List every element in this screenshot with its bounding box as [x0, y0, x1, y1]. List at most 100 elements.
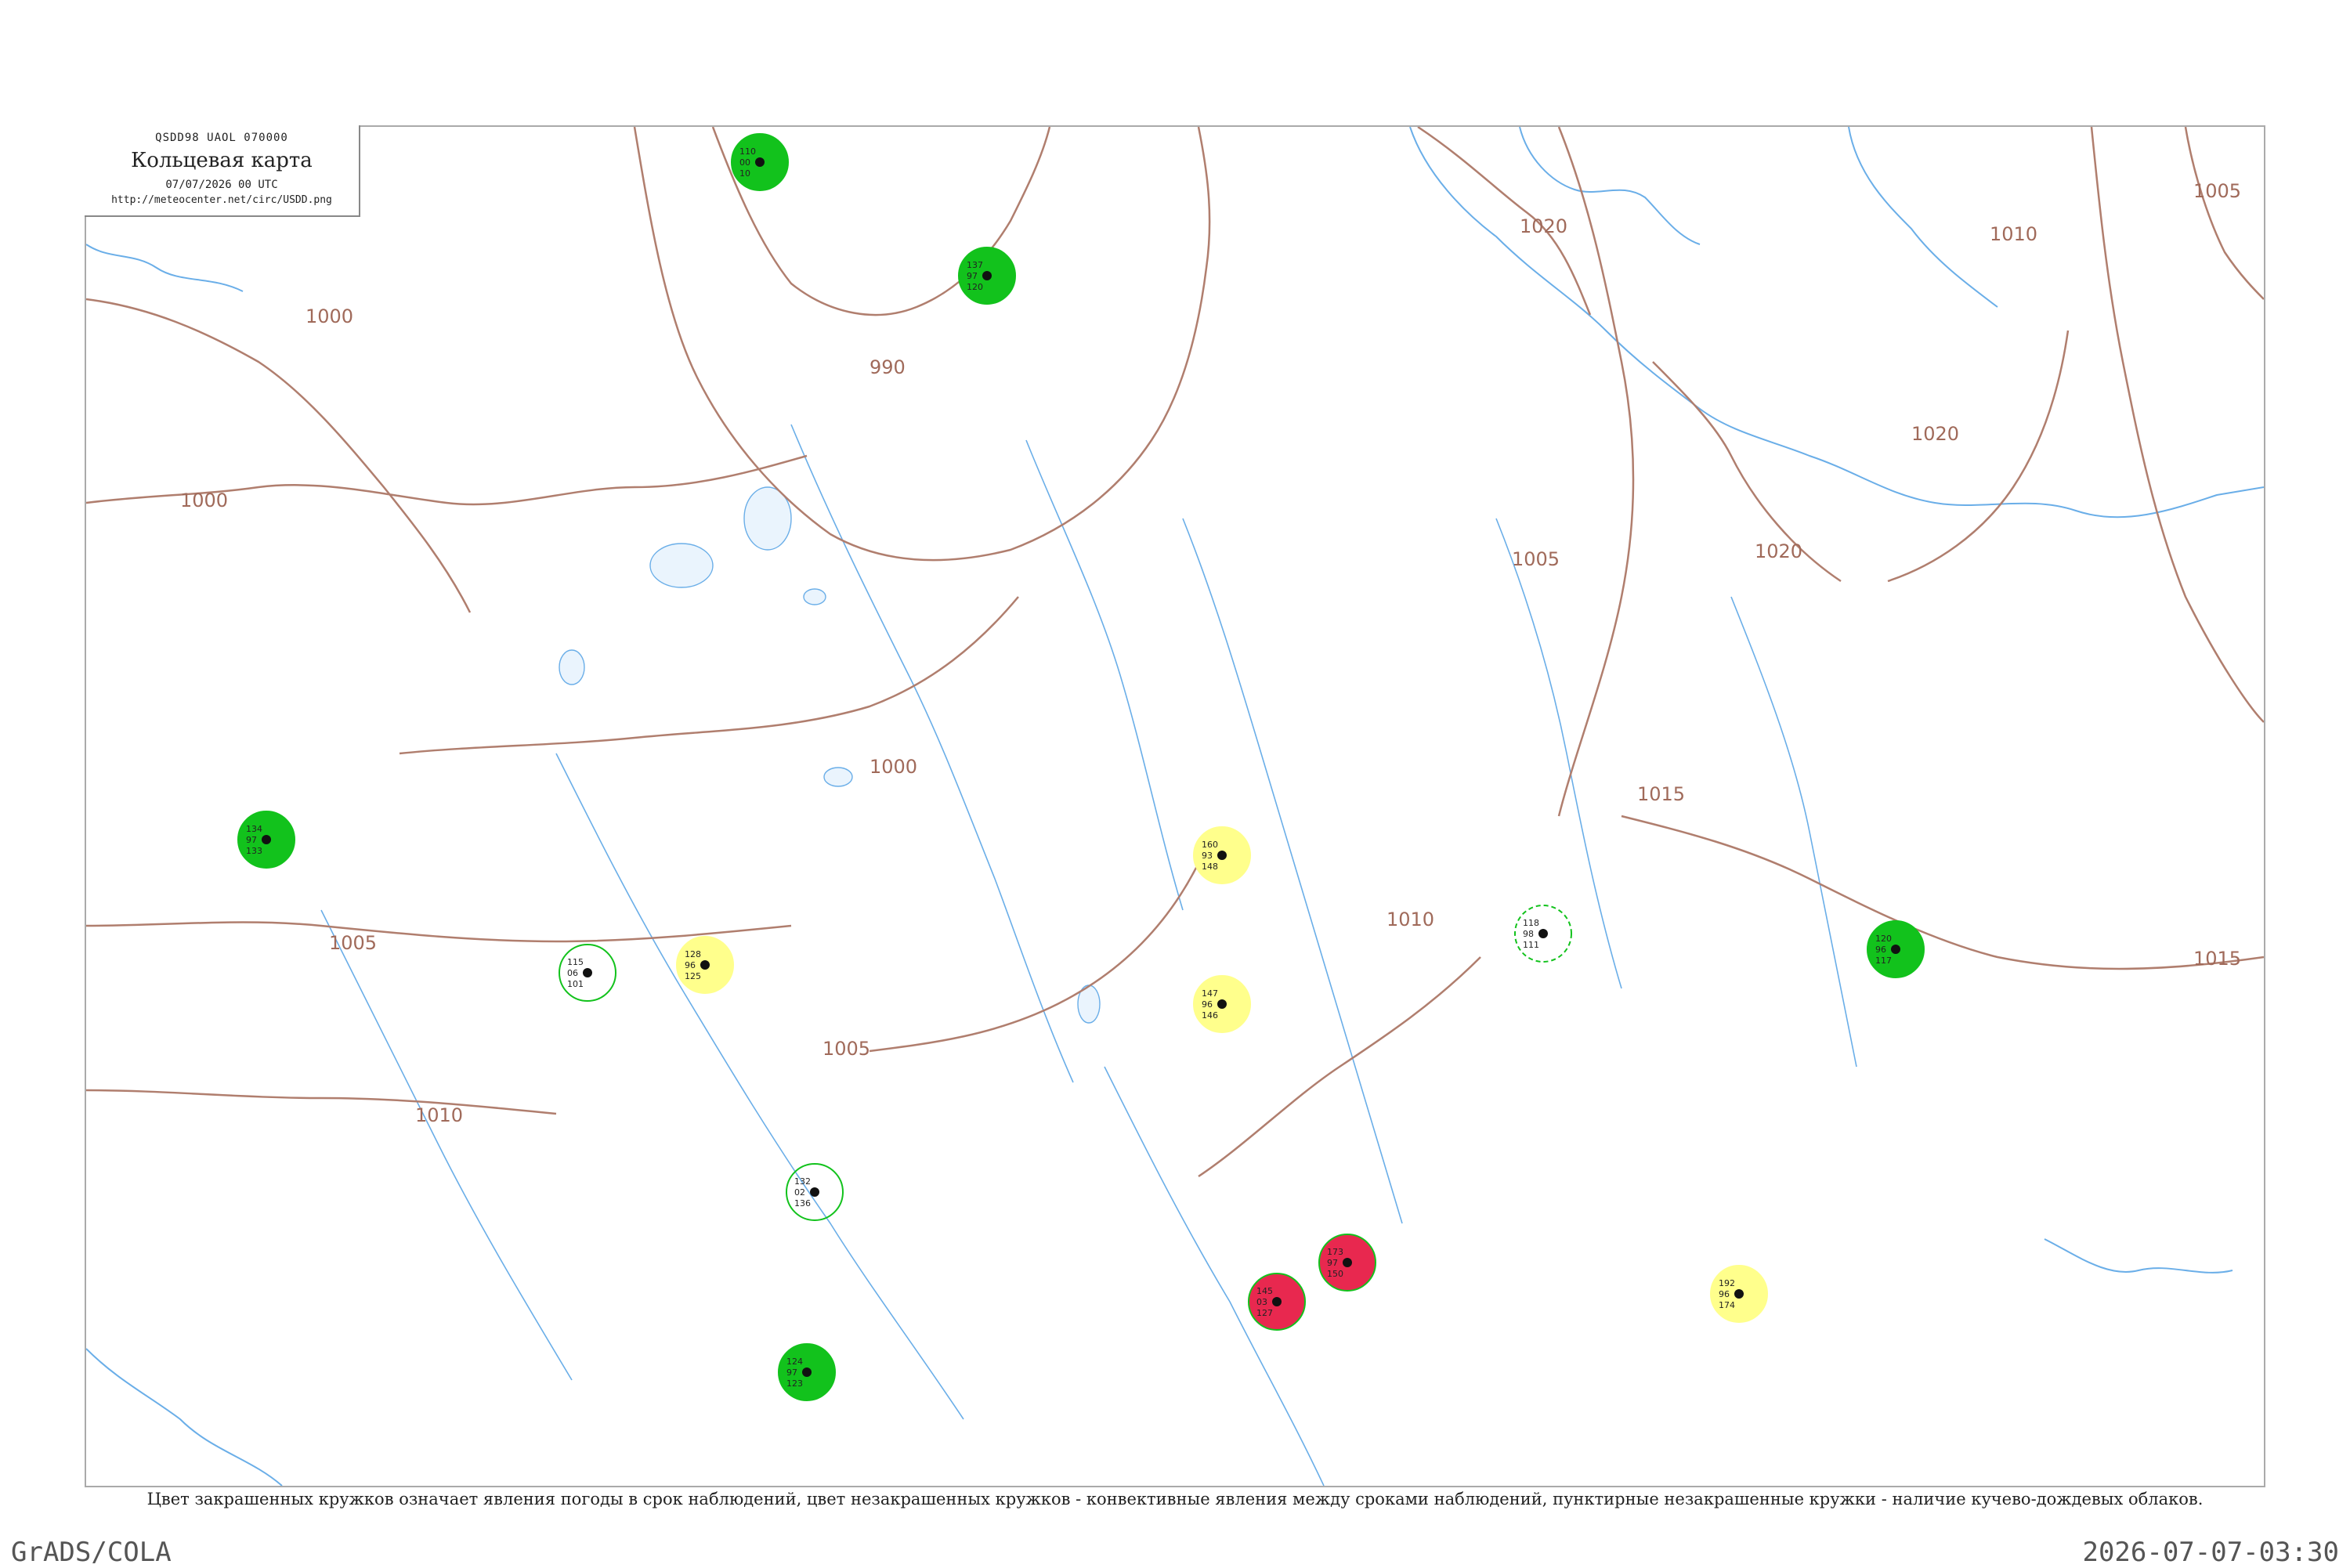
station-value: 96	[1875, 945, 1886, 955]
station-marker[interactable]: 14503127	[1248, 1273, 1306, 1331]
station-value: 96	[1719, 1289, 1730, 1299]
station-value: 150	[1327, 1269, 1343, 1279]
coastline-4	[86, 244, 244, 292]
station-value: 97	[786, 1367, 797, 1378]
station-dot	[1343, 1258, 1352, 1267]
isobar-1005-b	[869, 862, 1200, 1053]
station-dot	[1891, 945, 1900, 954]
coastline-6	[2044, 1238, 2233, 1274]
station-value: 146	[1202, 1010, 1218, 1021]
river-7	[320, 909, 573, 1381]
isobar-label: 1020	[1755, 540, 1802, 562]
synoptic-map[interactable]: 1000 1000 990 1000 1005 1005 1010 1010 1…	[86, 127, 2264, 1486]
station-value: 06	[567, 968, 578, 978]
station-marker[interactable]: 13797120	[958, 247, 1016, 305]
station-marker[interactable]: 13497133	[237, 811, 295, 869]
map-url[interactable]: http://meteocenter.net/circ/USDD.png	[85, 194, 359, 206]
station-dot	[262, 835, 271, 844]
lake-ladoga	[649, 543, 714, 588]
station-dot	[1217, 851, 1227, 860]
station-value: 133	[246, 846, 262, 856]
coastline-3	[1848, 127, 1998, 308]
bulletin-code: QSDD98 UAOL 070000	[155, 132, 288, 144]
river-2	[1025, 439, 1184, 911]
isobar-1005-a	[86, 921, 792, 943]
station-value: 118	[1523, 918, 1539, 928]
station-marker[interactable]: 17397150	[1318, 1234, 1376, 1292]
station-value: 128	[685, 949, 701, 959]
lake-white	[803, 588, 826, 605]
station-dot	[755, 157, 765, 167]
isobar-1015-b	[1621, 815, 2264, 970]
footer-timestamp: 2026-07-07-03:30	[2082, 1537, 2339, 1568]
isobar-label: 1000	[306, 305, 353, 327]
isobar-label: 1005	[2193, 180, 2241, 202]
station-value: 192	[1719, 1278, 1735, 1288]
station-value: 136	[794, 1198, 811, 1209]
stations-layer: 1100010137971201289612513202136124971231…	[237, 133, 1925, 1401]
station-value: 160	[1202, 840, 1218, 850]
lake-rybinsk	[823, 767, 853, 787]
station-marker[interactable]: 16093148	[1193, 826, 1251, 884]
isobar-1010-c	[2090, 127, 2264, 723]
station-marker[interactable]: 11506101	[559, 944, 616, 1002]
station-value: 101	[567, 979, 584, 989]
station-marker[interactable]: 12096117	[1867, 920, 1925, 978]
station-dot	[982, 271, 992, 280]
station-value: 123	[786, 1378, 803, 1389]
river-1	[790, 424, 1074, 1083]
station-dot	[1538, 929, 1548, 938]
station-dot	[802, 1367, 812, 1377]
station-value: 125	[685, 971, 701, 981]
isobar-label: 1015	[2193, 948, 2241, 970]
station-dot	[1734, 1289, 1744, 1299]
station-value: 96	[685, 960, 696, 970]
isobar-label: 1000	[870, 756, 917, 778]
station-value: 96	[1202, 999, 1213, 1010]
station-dot	[700, 960, 710, 970]
isobar-1020-c	[1887, 330, 2070, 583]
station-value: 134	[246, 824, 262, 834]
isobar-label: 1020	[1911, 423, 1959, 445]
station-value: 148	[1202, 862, 1218, 872]
isobar-1000-c	[633, 127, 1211, 562]
coastline-5	[86, 1348, 283, 1486]
map-caption: Цвет закрашенных кружков означает явлени…	[146, 1490, 2204, 1508]
station-dot	[810, 1187, 819, 1197]
isobar-label: 1020	[1520, 215, 1567, 237]
arctic-coastline	[1409, 127, 2264, 518]
isobar-label: 1005	[329, 932, 377, 954]
station-value: 97	[967, 271, 978, 281]
map-title: Кольцевая карта	[131, 149, 313, 172]
isobar-label: 1005	[822, 1038, 870, 1060]
station-dot	[583, 968, 592, 977]
isobar-1005-c	[2184, 127, 2264, 300]
station-marker[interactable]: 14796146	[1193, 975, 1251, 1033]
station-marker[interactable]: 19296174	[1710, 1265, 1768, 1323]
station-marker[interactable]: 1100010	[731, 133, 789, 191]
station-value: 132	[794, 1176, 811, 1187]
river-5	[1730, 596, 1857, 1068]
station-value: 120	[1875, 934, 1892, 944]
station-marker[interactable]: 13202136	[786, 1163, 844, 1221]
station-marker[interactable]: 12497123	[778, 1343, 836, 1401]
station-value: 97	[246, 835, 257, 845]
station-marker[interactable]: 12896125	[676, 936, 734, 994]
station-value: 10	[739, 168, 750, 179]
station-marker[interactable]: 11898111	[1514, 905, 1572, 963]
station-value: 120	[967, 282, 983, 292]
station-value: 174	[1719, 1300, 1735, 1310]
station-dot	[1272, 1297, 1282, 1306]
isobar-label: 1010	[1990, 223, 2037, 245]
station-value: 127	[1256, 1308, 1273, 1318]
map-date: 07/07/2026 00 UTC	[165, 179, 278, 191]
station-value: 115	[567, 957, 584, 967]
isobar-label: 1010	[1386, 909, 1434, 930]
station-value: 137	[967, 260, 983, 270]
isobar-label: 990	[870, 356, 906, 378]
station-value: 93	[1202, 851, 1213, 861]
isobar-1015-a	[1557, 127, 1635, 817]
station-value: 98	[1523, 929, 1534, 939]
station-value: 145	[1256, 1286, 1273, 1296]
station-value: 117	[1875, 956, 1892, 966]
